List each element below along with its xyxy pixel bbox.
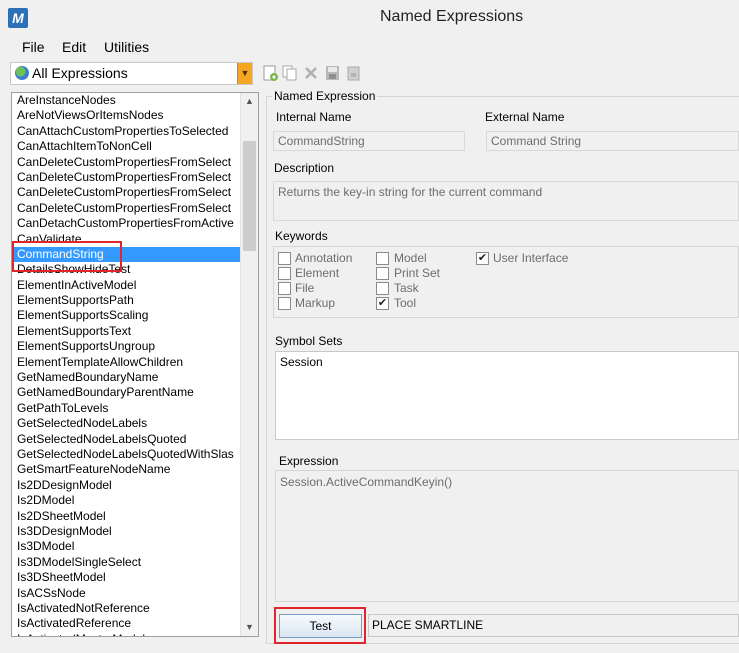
checkmark-icon: ✔ (377, 297, 388, 309)
window-title: Named Expressions (380, 8, 524, 25)
list-item[interactable]: Is3DDesignModel (12, 524, 240, 539)
external-name-field[interactable]: Command String (486, 131, 739, 151)
list-item[interactable]: ElementTemplateAllowChildren (12, 355, 240, 370)
list-item[interactable]: CanAttachCustomPropertiesToSelected (12, 124, 240, 139)
list-item[interactable]: AreNotViewsOrItemsNodes (12, 108, 240, 123)
list-item[interactable]: Is3DModelSingleSelect (12, 555, 240, 570)
expression-label: Expression (279, 454, 339, 468)
keyword-annotation-checkbox[interactable] (278, 252, 291, 265)
delete-icon[interactable] (303, 64, 320, 82)
list-item[interactable]: GetSelectedNodeLabels (12, 416, 240, 431)
list-item[interactable]: CanDeleteCustomPropertiesFromSelect (12, 155, 240, 170)
expression-list-panel: AreInstanceNodes AreNotViewsOrItemsNodes C… (11, 92, 259, 637)
filter-combobox[interactable]: All Expressions ▼ (10, 62, 253, 85)
list-item[interactable]: ElementInActiveModel (12, 278, 240, 293)
microstation-logo-icon[interactable]: M (8, 8, 28, 28)
keyword-task-label: Task (394, 281, 419, 295)
list-item[interactable]: CanDeleteCustomPropertiesFromSelect (12, 170, 240, 185)
list-item[interactable]: Is2DDesignModel (12, 478, 240, 493)
symbol-sets-list[interactable]: Session (275, 351, 739, 440)
list-item[interactable]: Is2DModel (12, 493, 240, 508)
chevron-down-icon[interactable]: ▼ (237, 63, 252, 84)
list-item[interactable]: GetSelectedNodeLabelsQuotedWithSlas (12, 447, 240, 462)
keyword-user-interface-checkbox[interactable]: ✔ (476, 252, 489, 265)
scroll-up-icon[interactable]: ▲ (241, 93, 258, 110)
keyword-print-set-checkbox[interactable] (376, 267, 389, 280)
keyword-tool-label: Tool (394, 296, 417, 310)
highlight-test-button (274, 607, 366, 644)
list-item[interactable]: IsActivatedReference (12, 616, 240, 631)
highlight-selected-item (12, 241, 122, 272)
list-item[interactable]: ElementSupportsPath (12, 293, 240, 308)
save-icon[interactable] (324, 64, 341, 82)
list-item[interactable]: CanDeleteCustomPropertiesFromSelect (12, 185, 240, 200)
internal-name-label: Internal Name (276, 110, 352, 124)
menu-bar: File Edit Utilities (0, 36, 739, 60)
expression-field[interactable]: Session.ActiveCommandKeyin() (275, 470, 739, 602)
keyword-model-checkbox[interactable] (376, 252, 389, 265)
copy-expression-icon[interactable] (281, 64, 298, 82)
menu-edit[interactable]: Edit (62, 39, 86, 55)
expression-list: AreInstanceNodes AreNotViewsOrItemsNodes C… (12, 93, 240, 636)
list-item[interactable]: IsACSsNode (12, 586, 240, 601)
vertical-scrollbar[interactable]: ▲ ▼ (240, 93, 258, 636)
list-item[interactable]: CanDeleteCustomPropertiesFromSelect (12, 201, 240, 216)
list-item[interactable]: GetNamedBoundaryParentName (12, 385, 240, 400)
keyword-file-checkbox[interactable] (278, 282, 291, 295)
toolbar-row: All Expressions ▼ (0, 60, 739, 88)
list-item[interactable]: ElementSupportsText (12, 324, 240, 339)
keyword-annotation-label: Annotation (295, 251, 353, 265)
list-item[interactable]: GetSelectedNodeLabelsQuoted (12, 432, 240, 447)
keyword-task-checkbox[interactable] (376, 282, 389, 295)
list-item[interactable]: AreInstanceNodes (12, 93, 240, 108)
named-expression-heading: Named Expression (272, 89, 378, 103)
scroll-thumb[interactable] (243, 141, 256, 251)
title-bar: M Named Expressions (0, 0, 739, 36)
globe-icon (15, 66, 29, 80)
keyword-element-checkbox[interactable] (278, 267, 291, 280)
keyword-print-set-label: Print Set (394, 266, 441, 280)
symbol-set-item[interactable]: Session (280, 355, 323, 369)
new-expression-icon[interactable] (262, 64, 279, 82)
list-item[interactable]: GetPathToLevels (12, 401, 240, 416)
list-item[interactable]: IsActivatedNotReference (12, 601, 240, 616)
external-name-label: External Name (485, 110, 565, 124)
scroll-down-icon[interactable]: ▼ (241, 619, 258, 636)
description-field[interactable]: Returns the key-in string for the curren… (273, 181, 739, 221)
keyword-file-label: File (295, 281, 315, 295)
list-item[interactable]: GetSmartFeatureNodeName (12, 462, 240, 477)
filter-selected-value: All Expressions (32, 65, 128, 81)
description-label: Description (274, 161, 335, 175)
list-item[interactable]: CanAttachItemToNonCell (12, 139, 240, 154)
checkmark-icon: ✔ (477, 252, 488, 264)
list-item[interactable]: IsActivatedMasterModel (12, 632, 240, 636)
keyword-user-interface-label: User Interface (493, 251, 569, 265)
list-item[interactable]: Is2DSheetModel (12, 509, 240, 524)
symbol-sets-label: Symbol Sets (275, 334, 343, 348)
keyword-element-label: Element (295, 266, 340, 280)
expression-text: Session.ActiveCommandKeyin() (280, 475, 453, 489)
list-item[interactable]: Is3DModel (12, 539, 240, 554)
list-item[interactable]: CanDetachCustomPropertiesFromActive (12, 216, 240, 231)
keywords-label: Keywords (275, 229, 328, 243)
list-item[interactable]: ElementSupportsScaling (12, 308, 240, 323)
keyword-markup-label: Markup (295, 296, 336, 310)
undo-save-icon[interactable] (345, 64, 362, 82)
list-item[interactable]: GetNamedBoundaryName (12, 370, 240, 385)
keyword-model-label: Model (394, 251, 427, 265)
keyword-tool-checkbox[interactable]: ✔ (376, 297, 389, 310)
internal-name-field[interactable]: CommandString (273, 131, 465, 151)
list-item[interactable]: ElementSupportsUngroup (12, 339, 240, 354)
test-result-field[interactable]: PLACE SMARTLINE (368, 614, 739, 637)
keyword-markup-checkbox[interactable] (278, 297, 291, 310)
menu-file[interactable]: File (22, 39, 45, 55)
menu-utilities[interactable]: Utilities (104, 39, 149, 55)
list-item[interactable]: Is3DSheetModel (12, 570, 240, 585)
